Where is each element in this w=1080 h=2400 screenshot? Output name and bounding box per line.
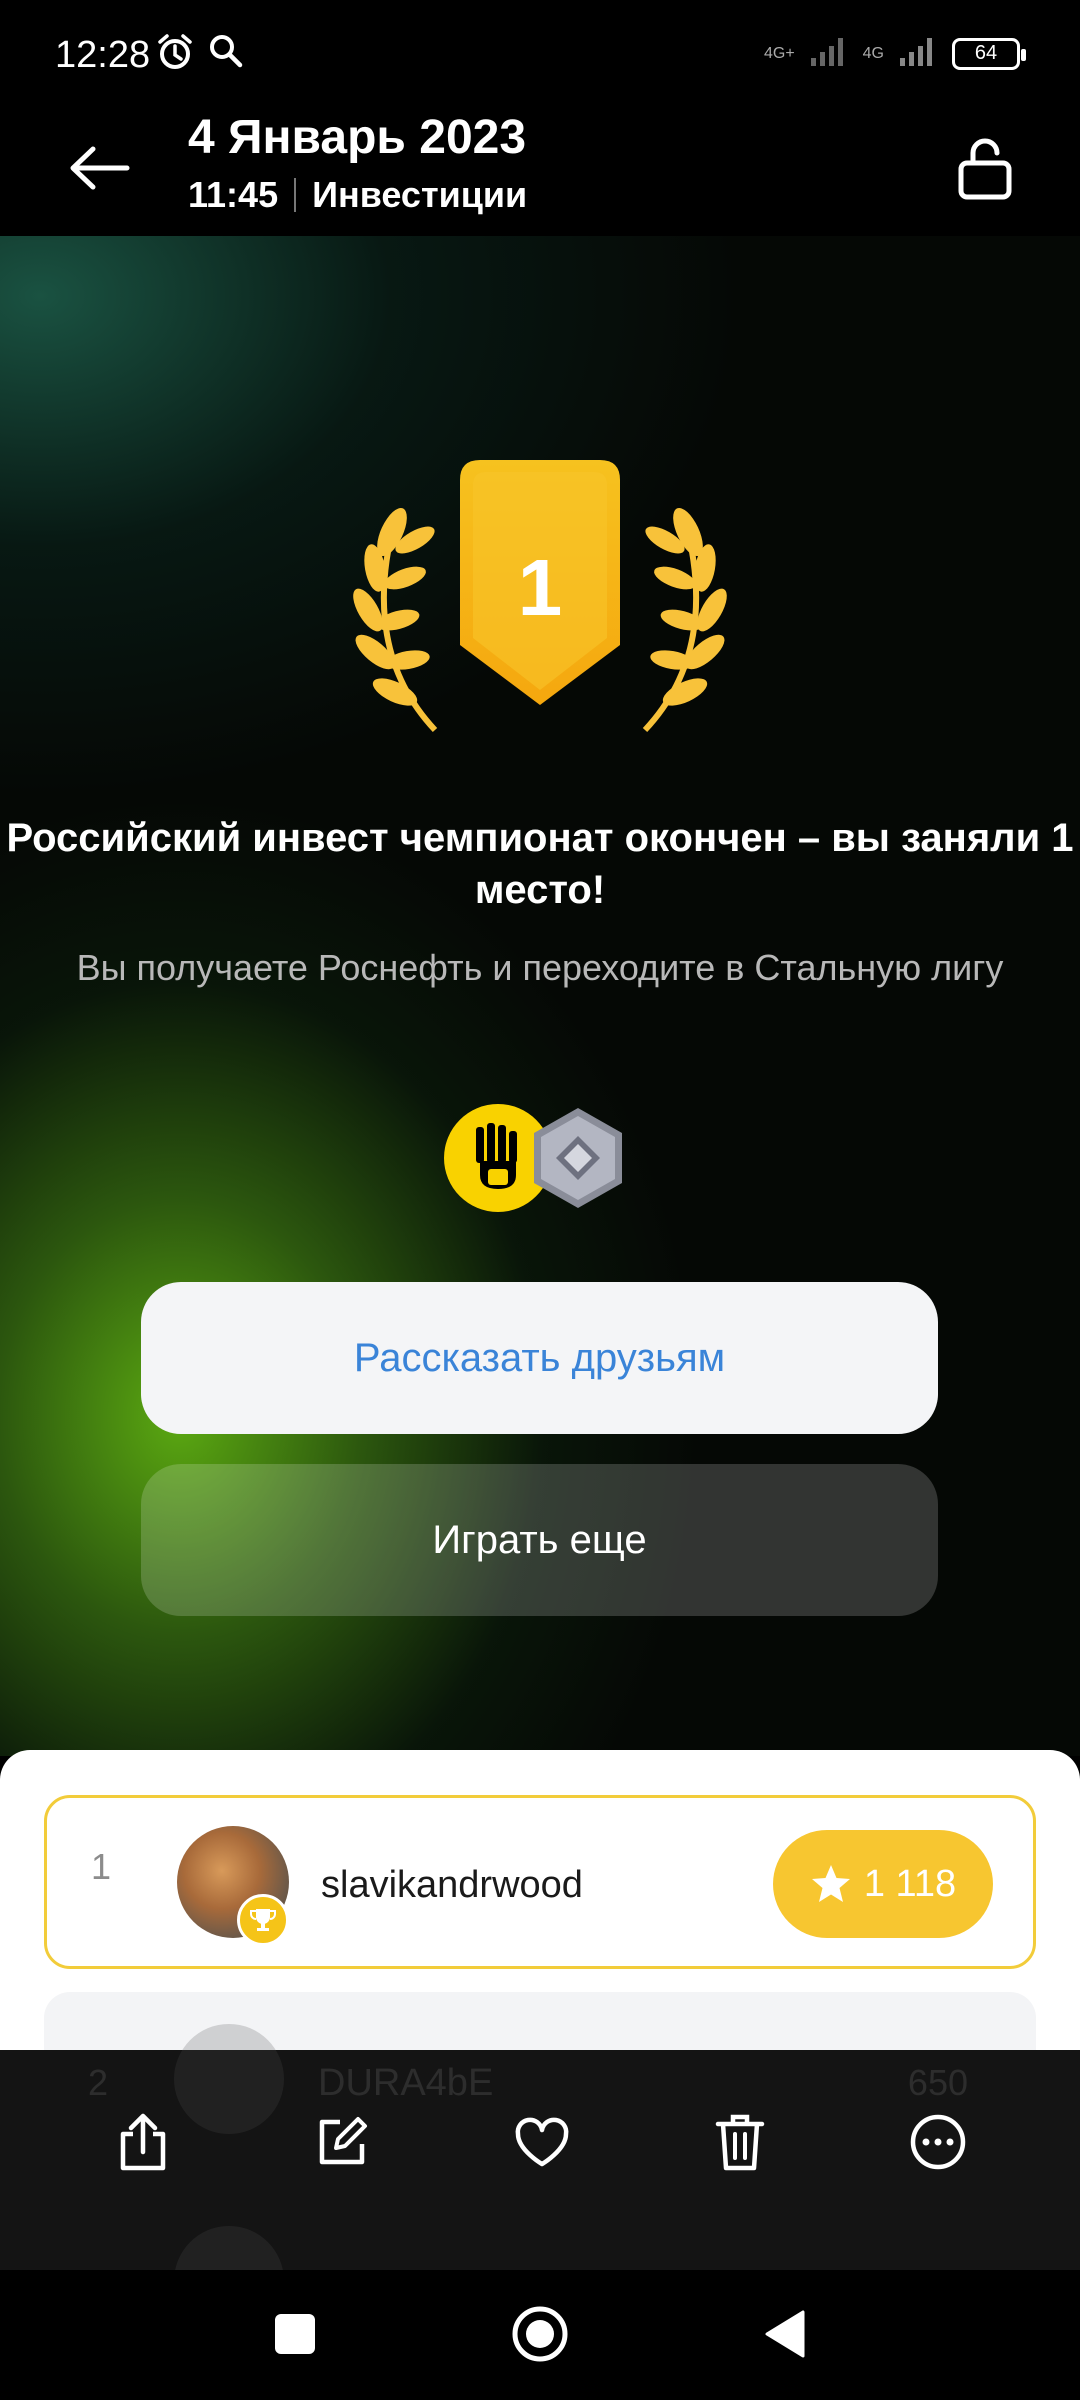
leaderboard: 1 slavikandrwood 1 118 xyxy=(0,1750,1080,2050)
back-button[interactable] xyxy=(50,128,150,208)
status-right: 4G+ 4G 64 xyxy=(763,34,1026,73)
header-subtitle: 11:45 Инвестиции xyxy=(188,174,527,216)
back-icon[interactable] xyxy=(740,2294,830,2374)
trash-icon[interactable] xyxy=(700,2102,780,2182)
network-label-2: 4G xyxy=(862,44,884,62)
laurel-right-icon xyxy=(642,507,727,733)
alarm-icon xyxy=(155,32,195,77)
row-username: DURA4bE xyxy=(318,2062,494,2104)
share-with-friends-button[interactable]: Рассказать друзьям xyxy=(141,1282,938,1434)
bottom-toolbar: 2 DURA4bE 650 xyxy=(0,2024,1080,2336)
lock-button[interactable] xyxy=(950,128,1020,208)
header-divider xyxy=(294,178,297,212)
row-rank: 2 xyxy=(88,2062,109,2103)
avatar xyxy=(174,2024,284,2134)
arrow-left-icon xyxy=(70,146,130,190)
result-subtitle: Вы получаете Роснефть и переходите в Ста… xyxy=(76,947,1004,988)
header: 4 Январь 2023 11:45 Инвестиции xyxy=(0,110,1080,236)
battery-indicator: 64 xyxy=(952,37,1026,70)
star-icon xyxy=(811,1865,850,1902)
row-rank: 1 xyxy=(91,1846,112,1887)
signal-icon-2 xyxy=(898,34,938,73)
system-navbar xyxy=(0,2270,1080,2400)
row-score: 1 118 xyxy=(863,1862,957,1905)
home-icon[interactable] xyxy=(495,2294,585,2374)
trophy-icon xyxy=(237,1894,289,1946)
share-icon[interactable] xyxy=(103,2102,183,2182)
heart-icon[interactable] xyxy=(502,2102,582,2182)
signal-icon xyxy=(809,34,849,73)
row-username: slavikandrwood xyxy=(321,1864,583,1906)
header-date: 4 Январь 2023 xyxy=(188,111,527,164)
medal-place: 1 xyxy=(518,543,563,632)
status-time: 12:28 xyxy=(55,34,151,76)
score-pill: 1 118 xyxy=(773,1830,993,1938)
steel-league-icon xyxy=(526,1106,630,1210)
unlock-icon xyxy=(958,138,1012,200)
rewards-row xyxy=(444,1104,634,1214)
edit-icon[interactable] xyxy=(302,2102,382,2182)
status-icons xyxy=(155,32,245,77)
laurel-left-icon xyxy=(353,507,438,733)
award-medal: 1 xyxy=(330,460,750,740)
row-score: 650 xyxy=(907,2062,968,2103)
play-again-button[interactable]: Играть еще xyxy=(141,1464,938,1616)
status-bar: 12:28 4G+ 4G 64 xyxy=(0,0,1080,110)
search-icon xyxy=(207,32,245,77)
network-label-1: 4G+ xyxy=(763,44,795,62)
recent-apps-icon[interactable] xyxy=(250,2294,340,2374)
leaderboard-row[interactable]: 1 slavikandrwood 1 118 xyxy=(44,1795,1036,1969)
header-time: 11:45 xyxy=(188,174,279,215)
more-icon[interactable] xyxy=(898,2102,978,2182)
header-category: Инвестиции xyxy=(312,174,528,215)
result-title: Российский инвест чемпионат окончен – вы… xyxy=(6,816,1074,912)
